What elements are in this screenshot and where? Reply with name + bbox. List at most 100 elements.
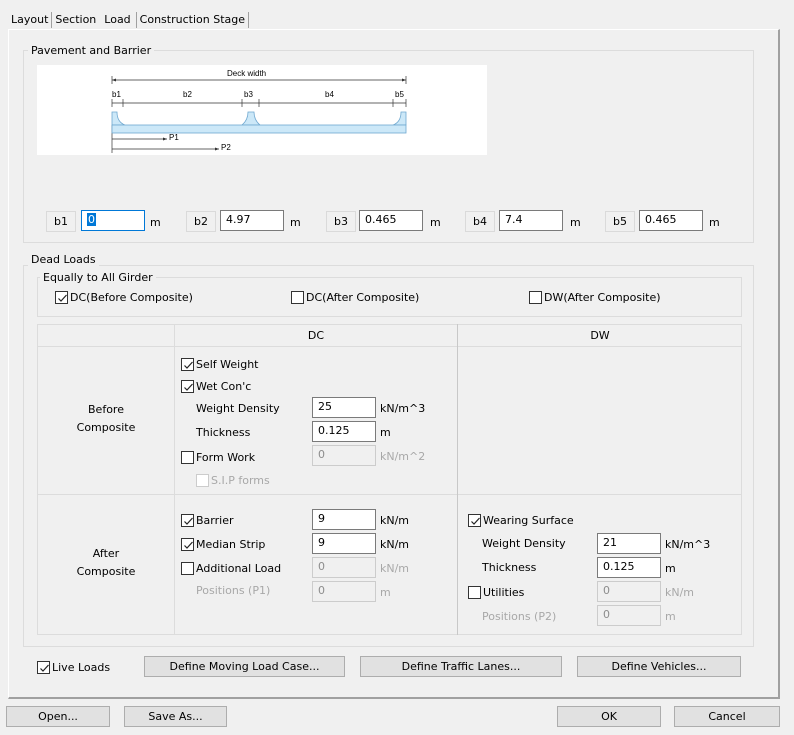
form-work-input[interactable]: 0 bbox=[312, 445, 376, 466]
dc-before-composite-label: DC(Before Composite) bbox=[70, 290, 193, 304]
barrier-unit: kN/m bbox=[380, 514, 410, 527]
dw-thickness-label: Thickness bbox=[482, 561, 537, 574]
form-work-unit: kN/m^2 bbox=[380, 450, 426, 463]
dc-before-composite-checkbox[interactable]: DC(Before Composite) bbox=[55, 289, 193, 305]
sip-forms-checkbox[interactable]: S.I.P forms bbox=[196, 472, 270, 488]
sip-forms-label: S.I.P forms bbox=[211, 473, 270, 487]
dc-weight-density-unit: kN/m^3 bbox=[380, 402, 426, 415]
tab-bar: Layout Section Load Construction Stage bbox=[8, 11, 249, 29]
checkbox-box bbox=[468, 585, 481, 599]
ok-button[interactable]: OK bbox=[557, 706, 661, 727]
checkbox-box bbox=[181, 450, 194, 464]
median-strip-label: Median Strip bbox=[196, 537, 266, 551]
b5-input[interactable]: 0.465 bbox=[639, 210, 703, 231]
dc-column-header: DC bbox=[307, 329, 325, 342]
deck-width-label: Deck width bbox=[227, 69, 267, 78]
barrier-checkbox[interactable]: Barrier bbox=[181, 512, 234, 528]
positions-p1-input[interactable]: 0 bbox=[312, 581, 376, 602]
checkbox-box bbox=[529, 290, 542, 304]
barrier-input[interactable]: 9 bbox=[312, 509, 376, 530]
dc-after-composite-label: DC(After Composite) bbox=[306, 290, 420, 304]
checkbox-box bbox=[468, 513, 481, 527]
define-moving-load-case-button[interactable]: Define Moving Load Case... bbox=[144, 656, 345, 677]
checkbox-box bbox=[37, 660, 50, 674]
dw-after-composite-label: DW(After Composite) bbox=[544, 290, 661, 304]
b2-unit: m bbox=[290, 216, 301, 229]
dw-thickness-unit: m bbox=[665, 562, 676, 575]
positions-p2-label: Positions (P2) bbox=[482, 610, 557, 623]
checkbox-box bbox=[181, 561, 194, 575]
self-weight-label: Self Weight bbox=[196, 357, 259, 371]
b2-label: b2 bbox=[186, 211, 216, 232]
wearing-surface-checkbox[interactable]: Wearing Surface bbox=[468, 512, 574, 528]
tab-load[interactable]: Load bbox=[99, 12, 137, 28]
median-strip-input[interactable]: 9 bbox=[312, 533, 376, 554]
dw-weight-density-input[interactable]: 21 bbox=[597, 533, 661, 554]
pavement-barrier-title: Pavement and Barrier bbox=[28, 44, 155, 57]
dead-loads-title: Dead Loads bbox=[28, 253, 99, 266]
dc-thickness-input[interactable]: 0.125 bbox=[312, 421, 376, 442]
dw-thickness-input[interactable]: 0.125 bbox=[597, 557, 661, 578]
positions-p2-input[interactable]: 0 bbox=[597, 605, 661, 626]
b2-input[interactable]: 4.97 bbox=[220, 210, 284, 231]
dc-thickness-label: Thickness bbox=[196, 426, 251, 439]
b5-unit: m bbox=[709, 216, 720, 229]
checkbox-box bbox=[196, 473, 209, 487]
define-traffic-lanes-button[interactable]: Define Traffic Lanes... bbox=[360, 656, 562, 677]
additional-load-unit: kN/m bbox=[380, 562, 410, 575]
positions-p1-unit: m bbox=[380, 586, 391, 599]
b1-diagram-label: b1 bbox=[112, 90, 121, 99]
additional-load-checkbox[interactable]: Additional Load bbox=[181, 560, 281, 576]
before-row-header-line2: Composite bbox=[76, 421, 136, 434]
deck-diagram-svg bbox=[111, 76, 407, 153]
b1-input[interactable]: 0 bbox=[81, 210, 145, 231]
additional-load-input[interactable]: 0 bbox=[312, 557, 376, 578]
dw-column-header: DW bbox=[590, 329, 610, 342]
additional-load-label: Additional Load bbox=[196, 561, 282, 575]
define-vehicles-button[interactable]: Define Vehicles... bbox=[577, 656, 741, 677]
wearing-surface-label: Wearing Surface bbox=[483, 513, 574, 527]
live-loads-checkbox[interactable]: Live Loads bbox=[37, 659, 110, 675]
median-strip-checkbox[interactable]: Median Strip bbox=[181, 536, 265, 552]
barrier-label: Barrier bbox=[196, 513, 234, 527]
b5-diagram-label: b5 bbox=[395, 90, 404, 99]
positions-p1-label: Positions (P1) bbox=[196, 584, 271, 597]
dc-weight-density-input[interactable]: 25 bbox=[312, 397, 376, 418]
dc-thickness-unit: m bbox=[380, 426, 391, 439]
median-strip-unit: kN/m bbox=[380, 538, 410, 551]
live-loads-label: Live Loads bbox=[52, 660, 111, 674]
checkbox-box bbox=[181, 357, 194, 371]
wet-conc-label: Wet Con'c bbox=[196, 379, 252, 393]
dw-weight-density-label: Weight Density bbox=[482, 537, 566, 550]
dw-weight-density-unit: kN/m^3 bbox=[665, 538, 711, 551]
tab-layout[interactable]: Layout bbox=[8, 12, 53, 28]
tab-construction-stage[interactable]: Construction Stage bbox=[137, 12, 249, 28]
checkbox-box bbox=[181, 537, 194, 551]
utilities-label: Utilities bbox=[483, 585, 525, 599]
b3-input[interactable]: 0.465 bbox=[359, 210, 423, 231]
b3-unit: m bbox=[430, 216, 441, 229]
after-row-header-line1: After bbox=[92, 547, 120, 560]
before-row-header-line1: Before bbox=[88, 403, 124, 416]
b3-label: b3 bbox=[326, 211, 356, 232]
form-work-checkbox[interactable]: Form Work bbox=[181, 449, 255, 465]
open-button[interactable]: Open... bbox=[6, 706, 110, 727]
wet-conc-checkbox[interactable]: Wet Con'c bbox=[181, 378, 251, 394]
b3-diagram-label: b3 bbox=[244, 90, 253, 99]
utilities-input[interactable]: 0 bbox=[597, 581, 661, 602]
equally-all-girder-title: Equally to All Girder bbox=[40, 271, 156, 284]
self-weight-checkbox[interactable]: Self Weight bbox=[181, 356, 259, 372]
dw-after-composite-checkbox[interactable]: DW(After Composite) bbox=[529, 289, 661, 305]
deck-section-diagram: Deck width b1 b2 b3 b4 b5 P1 P2 bbox=[37, 65, 487, 155]
cancel-button[interactable]: Cancel bbox=[674, 706, 780, 727]
utilities-checkbox[interactable]: Utilities bbox=[468, 584, 524, 600]
utilities-unit: kN/m bbox=[665, 586, 695, 599]
tab-section[interactable]: Section bbox=[52, 12, 99, 28]
dc-weight-density-label: Weight Density bbox=[196, 402, 280, 415]
p2-diagram-label: P2 bbox=[221, 143, 231, 152]
save-as-button[interactable]: Save As... bbox=[124, 706, 227, 727]
dc-after-composite-checkbox[interactable]: DC(After Composite) bbox=[291, 289, 419, 305]
checkbox-box bbox=[55, 290, 68, 304]
b4-input[interactable]: 7.4 bbox=[499, 210, 563, 231]
b4-diagram-label: b4 bbox=[325, 90, 334, 99]
